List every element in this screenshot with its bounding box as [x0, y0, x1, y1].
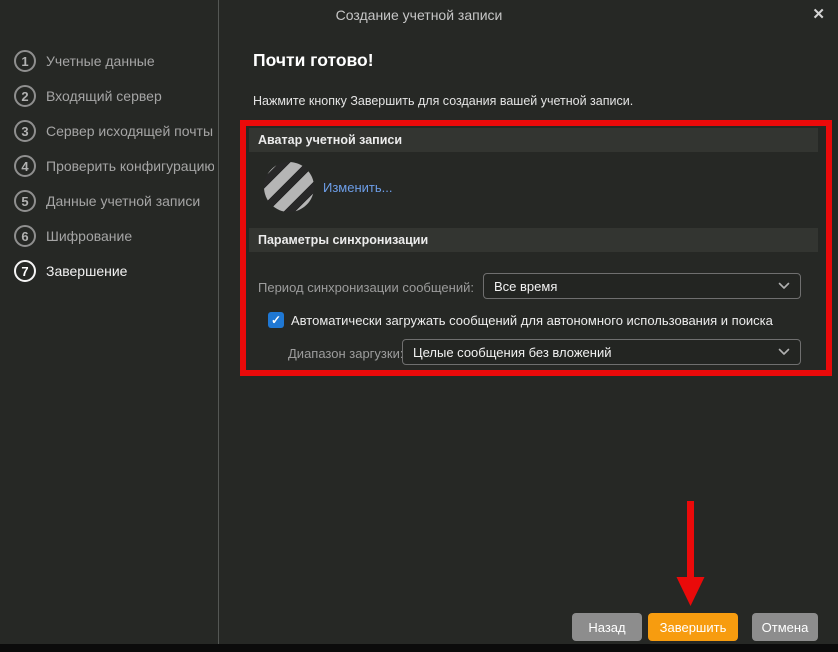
step-number-badge: 1	[14, 50, 36, 72]
sync-period-label: Период синхронизации сообщений:	[258, 280, 474, 295]
download-range-value: Целые сообщения без вложений	[413, 345, 611, 360]
step-account-details: 5 Данные учетной записи	[14, 188, 214, 214]
finish-button[interactable]: Завершить	[648, 613, 738, 641]
auto-download-label[interactable]: Автоматически загружать сообщений для ав…	[291, 313, 773, 328]
step-number-badge: 3	[14, 120, 36, 142]
step-number-badge: 4	[14, 155, 36, 177]
sync-section-header: Параметры синхронизации	[249, 228, 818, 252]
download-range-dropdown[interactable]: Целые сообщения без вложений	[402, 339, 801, 365]
auto-download-checkbox[interactable]: ✓	[268, 312, 284, 328]
page-title: Почти готово!	[253, 50, 374, 71]
step-number-badge: 5	[14, 190, 36, 212]
step-check-configuration: 4 Проверить конфигурацию	[14, 153, 214, 179]
step-incoming-server: 2 Входящий сервер	[14, 83, 214, 109]
download-range-label: Диапазон заргузки:	[288, 346, 403, 361]
wizard-steps-sidebar: 1 Учетные данные 2 Входящий сервер 3 Сер…	[0, 0, 219, 644]
chevron-down-icon	[778, 282, 790, 290]
instruction-text: Нажмите кнопку Завершить для создания ва…	[253, 94, 633, 108]
account-avatar	[264, 162, 314, 212]
bottom-edge-strip	[0, 644, 838, 652]
avatar-section-header: Аватар учетной записи	[249, 128, 818, 152]
step-number-badge: 6	[14, 225, 36, 247]
step-number-badge: 7	[14, 260, 36, 282]
step-encryption: 6 Шифрование	[14, 223, 214, 249]
checkmark-icon: ✓	[271, 313, 281, 327]
change-avatar-link[interactable]: Изменить...	[323, 180, 392, 195]
sync-period-dropdown[interactable]: Все время	[483, 273, 801, 299]
red-arrow-annotation	[662, 497, 719, 609]
back-button[interactable]: Назад	[572, 613, 642, 641]
close-icon[interactable]: ✕	[812, 5, 825, 23]
step-outgoing-server: 3 Сервер исходящей почты	[14, 118, 214, 144]
step-account-data: 1 Учетные данные	[14, 48, 214, 74]
account-creation-dialog: Создание учетной записи ✕ 1 Учетные данн…	[0, 0, 838, 652]
cancel-button[interactable]: Отмена	[752, 613, 818, 641]
chevron-down-icon	[778, 348, 790, 356]
sync-period-value: Все время	[494, 279, 557, 294]
step-finish-current: 7 Завершение	[14, 258, 214, 284]
step-number-badge: 2	[14, 85, 36, 107]
